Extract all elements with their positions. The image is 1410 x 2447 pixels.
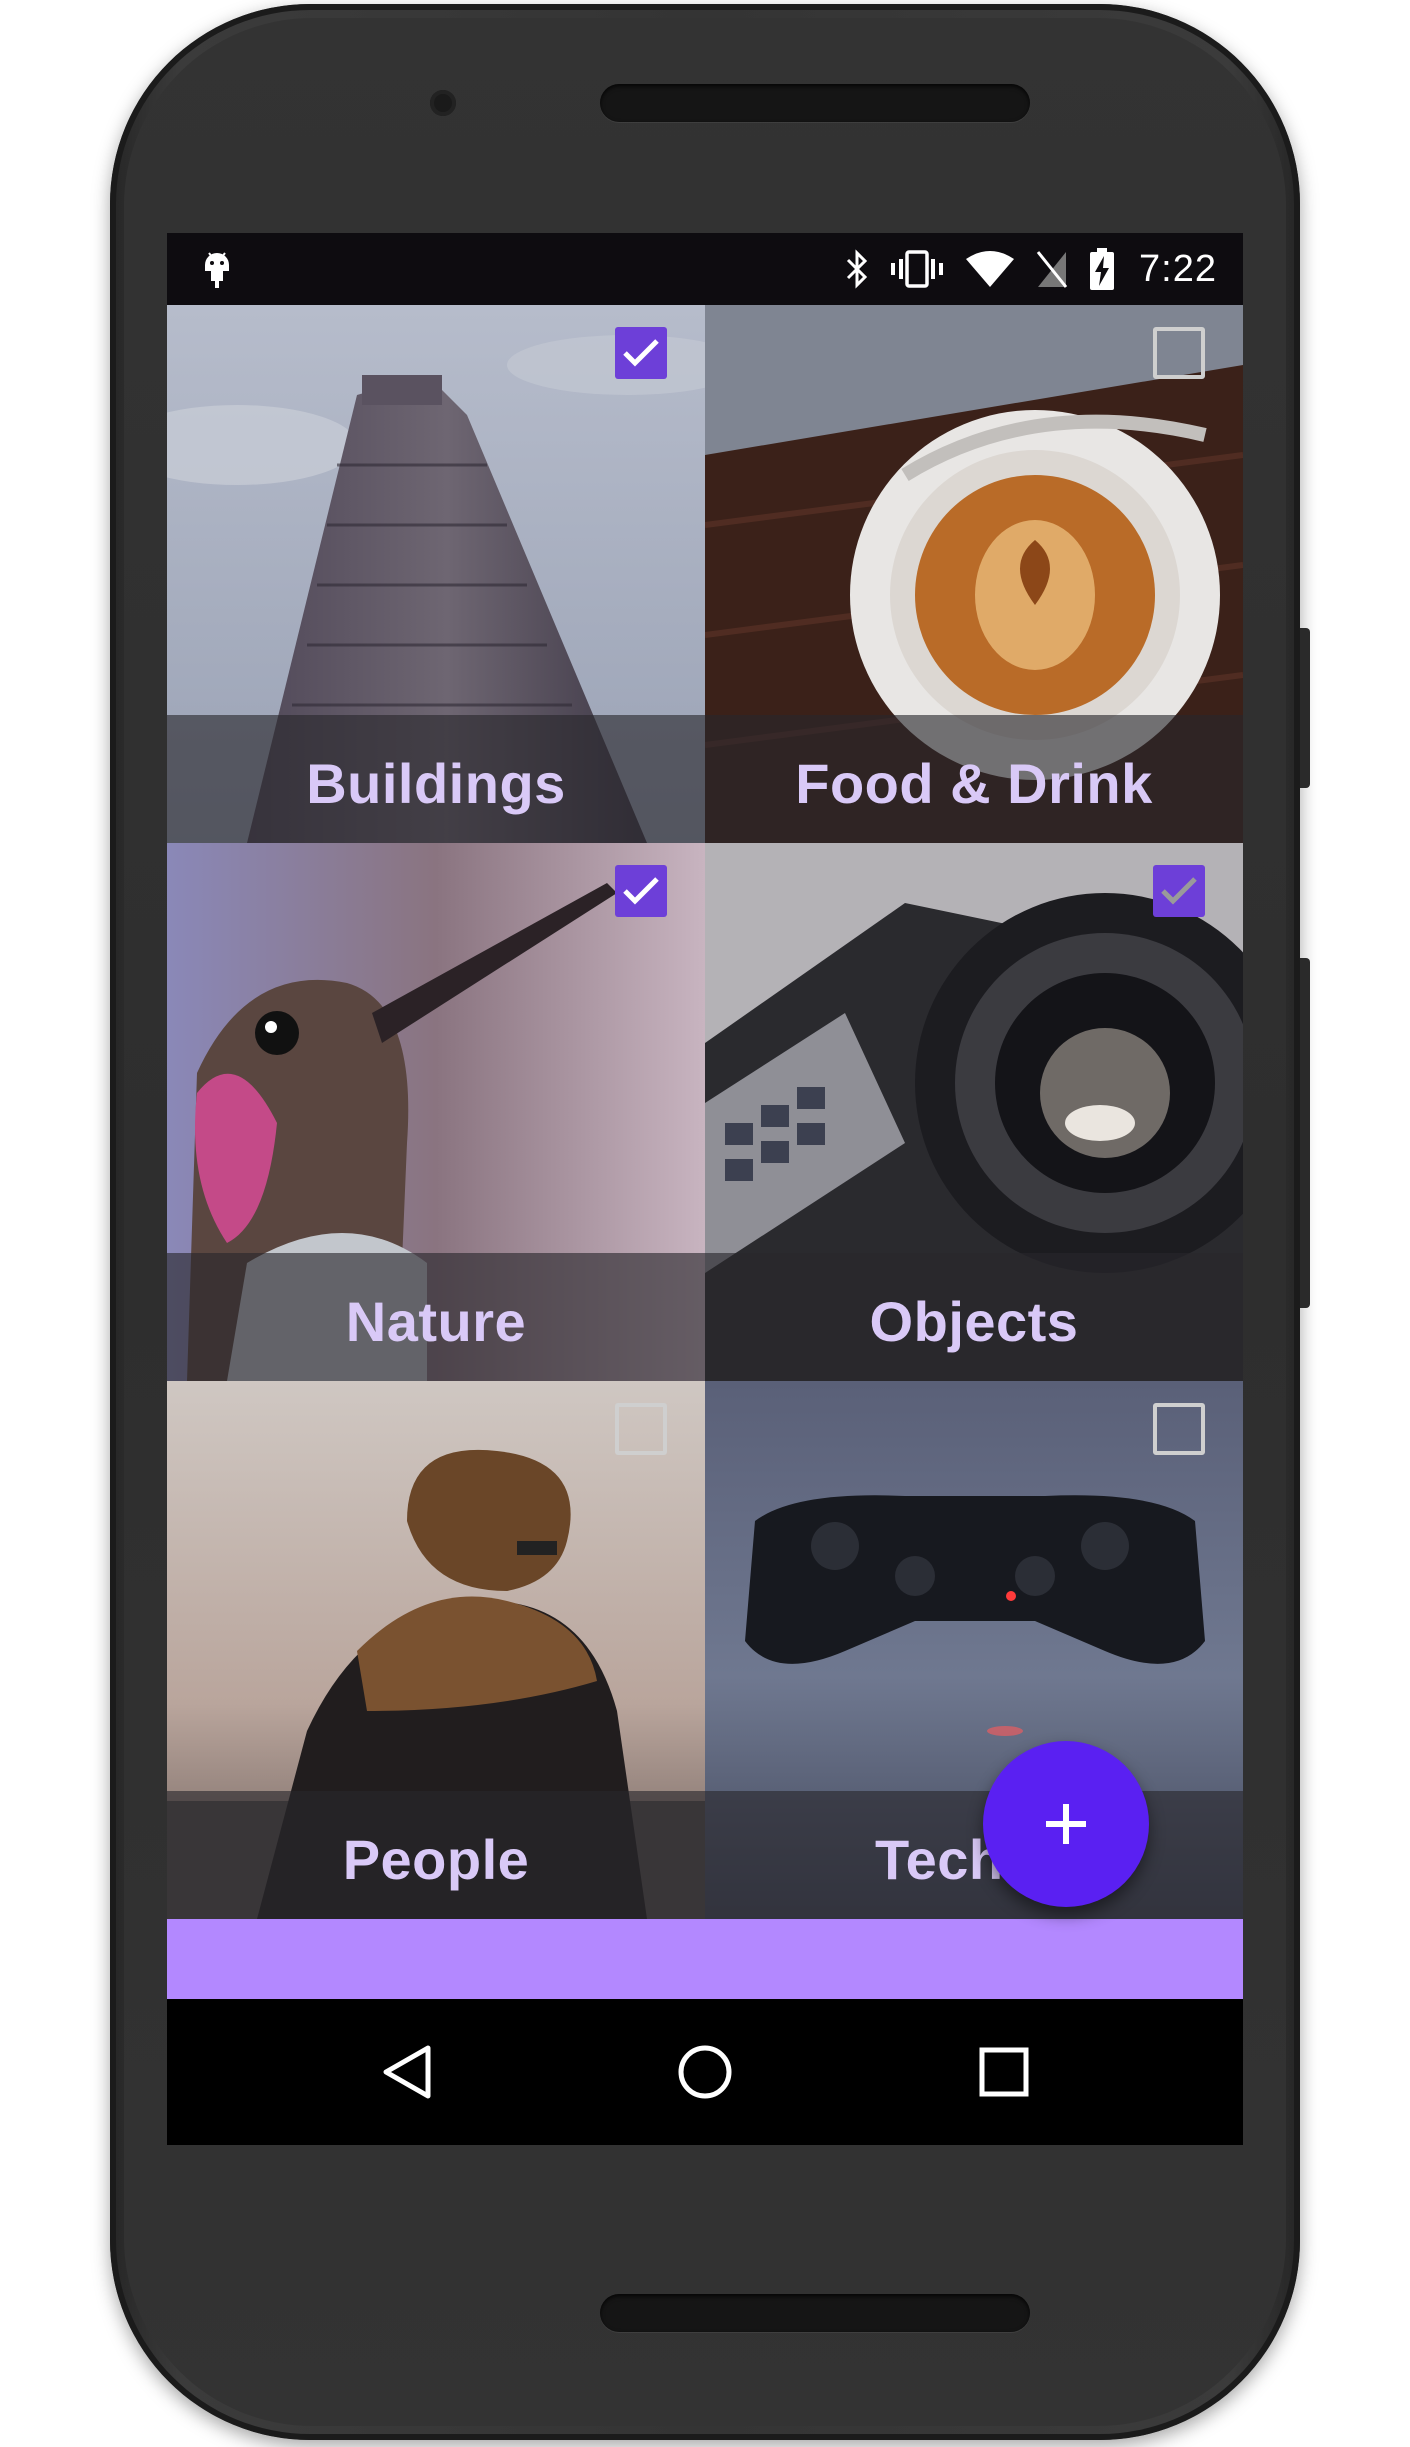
recents-button[interactable] (967, 2035, 1041, 2109)
tile-checkbox-buildings[interactable] (615, 327, 667, 379)
tile-caption: Buildings (167, 715, 705, 843)
tile-caption: Objects (705, 1253, 1243, 1381)
recents-icon (979, 2047, 1029, 2097)
vibrate-icon (891, 250, 944, 288)
check-icon (623, 339, 659, 367)
navigation-bar (167, 1999, 1243, 2145)
status-bar: 7:22 (167, 233, 1243, 305)
check-icon (1161, 877, 1197, 905)
category-grid: Buildings Food & Drink Nature Objects Pe… (167, 305, 1243, 1919)
home-button[interactable] (668, 2035, 742, 2109)
tile-technology[interactable]: Techno (705, 1381, 1243, 1919)
earpiece-speaker (600, 84, 1030, 122)
tile-nature[interactable]: Nature (167, 843, 705, 1381)
bluetooth-icon (846, 249, 868, 289)
front-camera (430, 90, 456, 116)
power-button (1300, 628, 1310, 788)
tile-checkbox-food-drink[interactable] (1153, 327, 1205, 379)
tile-label: Food & Drink (795, 751, 1153, 815)
screen: 7:22 Buildings Food & Drink Nature Objec… (167, 233, 1243, 2145)
tile-checkbox-nature[interactable] (615, 865, 667, 917)
add-fab-button[interactable] (983, 1741, 1149, 1907)
volume-rocker (1300, 958, 1310, 1308)
back-button[interactable] (369, 2035, 443, 2109)
tile-caption: Food & Drink (705, 715, 1243, 843)
tile-people[interactable]: People (167, 1381, 705, 1919)
home-icon (678, 2045, 732, 2099)
tile-caption: People (167, 1791, 705, 1919)
battery-charging-icon (1090, 248, 1115, 290)
bottom-speaker (600, 2294, 1030, 2332)
no-sim-icon (1036, 251, 1068, 288)
check-icon (623, 877, 659, 905)
tile-objects[interactable]: Objects (705, 843, 1243, 1381)
back-icon (383, 2045, 431, 2099)
tile-label: Objects (869, 1289, 1079, 1353)
tile-label: Buildings (306, 751, 566, 815)
clock: 7:22 (1139, 247, 1217, 290)
tile-label: Nature (345, 1289, 527, 1353)
tile-label: People (342, 1827, 530, 1891)
tile-buildings[interactable]: Buildings (167, 305, 705, 843)
tile-checkbox-objects[interactable] (1153, 865, 1205, 917)
tile-caption: Nature (167, 1253, 705, 1381)
tile-checkbox-people[interactable] (615, 1403, 667, 1455)
tile-caption: Techno (705, 1791, 1243, 1919)
plus-icon (1046, 1804, 1086, 1844)
snackbar (167, 1919, 1243, 1999)
wifi-icon (966, 251, 1015, 287)
tile-food-drink[interactable]: Food & Drink (705, 305, 1243, 843)
tile-checkbox-technology[interactable] (1153, 1403, 1205, 1455)
android-debug-icon (205, 252, 229, 288)
